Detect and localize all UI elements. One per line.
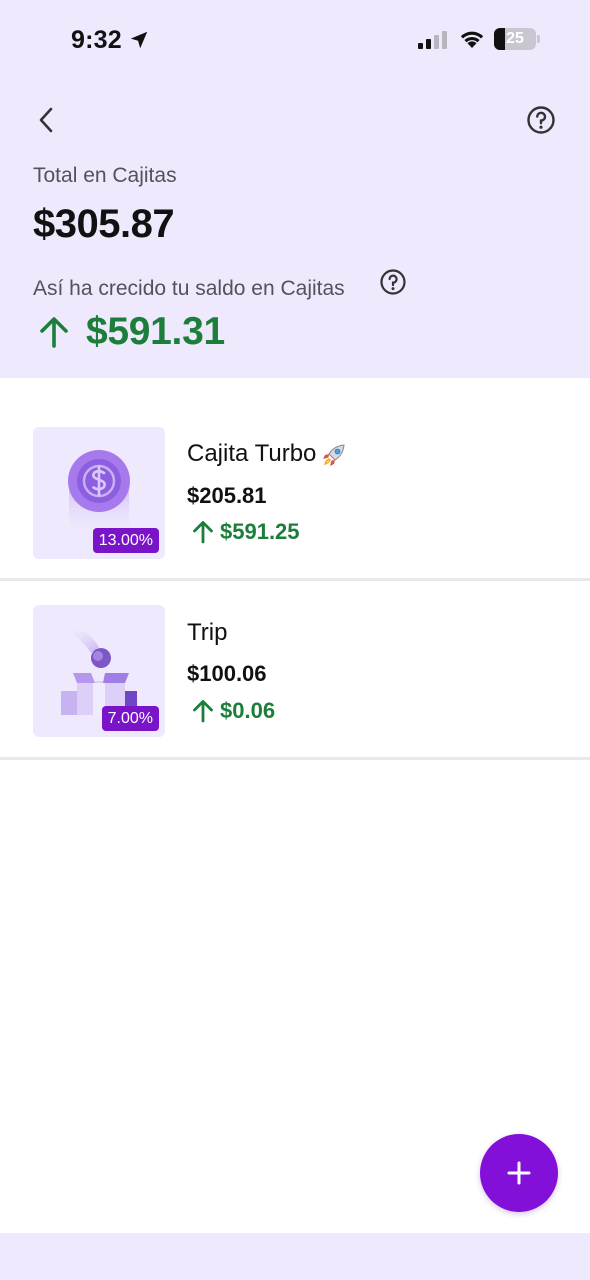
arrow-up-icon: [193, 521, 213, 544]
rate-badge: 13.00%: [92, 528, 159, 553]
cajita-gain: $0.06: [190, 698, 275, 724]
cajita-gain: $591.25: [190, 519, 300, 545]
battery-level: 25: [506, 30, 524, 47]
cajita-balance: $205.81: [187, 483, 267, 508]
cajita-name: Cajita Turbo: [187, 440, 348, 469]
arrow-up-icon: [193, 700, 213, 723]
total-label: Total en Cajitas: [33, 164, 177, 187]
wifi-icon: [460, 31, 484, 48]
status-time: 9:32: [71, 26, 122, 54]
location-arrow-icon: [130, 31, 148, 49]
status-bar: 9:32 25: [0, 0, 590, 80]
battery-indicator: 25: [494, 28, 540, 50]
arrow-up-icon: [40, 317, 68, 348]
back-button[interactable]: [28, 102, 64, 138]
cajita-card[interactable]: 13.00% Cajita Turbo $205.81 $591.25: [0, 400, 590, 578]
growth-amount: $591.31: [36, 307, 225, 357]
bottom-bar: [0, 1233, 590, 1280]
add-cajita-button[interactable]: [480, 1134, 558, 1212]
cajita-thumbnail: 7.00%: [33, 605, 165, 737]
plus-icon: [507, 1161, 531, 1185]
cajita-card[interactable]: 7.00% Trip $100.06 $0.06: [0, 581, 590, 759]
cajita-name: Trip: [187, 619, 228, 646]
help-icon[interactable]: [522, 101, 560, 139]
cellular-signal-icon: [418, 31, 447, 49]
growth-label: Así ha crecido tu saldo en Cajitas: [33, 277, 345, 300]
growth-help-icon[interactable]: [378, 267, 408, 297]
rate-badge: 7.00%: [101, 706, 159, 731]
cajita-thumbnail: 13.00%: [33, 427, 165, 559]
cajita-balance: $100.06: [187, 661, 267, 686]
total-value: $305.87: [33, 202, 175, 246]
chevron-left-icon: [39, 107, 53, 133]
divider: [0, 757, 590, 760]
rocket-icon: [323, 444, 345, 466]
growth-value: $591.31: [86, 310, 225, 353]
